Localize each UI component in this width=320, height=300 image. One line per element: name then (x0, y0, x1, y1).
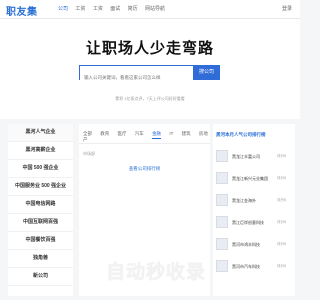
watermark-text: 自动秒收录 (106, 262, 207, 283)
tab-auto[interactable]: 汽车 (135, 131, 144, 136)
hero-title: 让职场人少走弯路 (85, 40, 214, 57)
industry-tabs: 全部 教育 医疗 汽车 金融 IT 建筑 房地产 (83, 131, 210, 143)
hero-section: 让职场人少走弯路 搜公司 累积 1亿条点评，7天上评公司好好看看 (0, 19, 300, 119)
search-box (79, 65, 194, 84)
company-name: 黑龙江丰富公司 (232, 154, 260, 159)
nav-link-company[interactable]: 公司 (58, 6, 68, 12)
tab-medical[interactable]: 医疗 (118, 131, 127, 136)
ranking-item[interactable]: 黑江巨岸创意科技 评分5 (216, 216, 292, 230)
ranking-panel: 黑河本月人气公司排行榜 黑龙江丰富公司 评分5 黑龙江新兴元业集团 评分5 黑龙… (213, 124, 295, 296)
rating-badge: 评分5 (277, 264, 286, 268)
login-link[interactable]: 登录 (282, 5, 292, 12)
ranking-item[interactable]: 黑龙江新兴元业集团 评分5 (216, 172, 292, 186)
tab-education[interactable]: 教育 (100, 131, 109, 136)
company-logo-icon (216, 172, 228, 184)
company-name: 黑河市鸿丰科技 (232, 242, 260, 247)
nav-link-salary-2[interactable]: 工资 (93, 6, 103, 12)
nav-link-salary[interactable]: 工资 (75, 6, 85, 12)
company-logo-icon (216, 238, 228, 250)
divider (79, 143, 210, 144)
company-name: 黑龙江金海外 (232, 198, 256, 203)
tab-all[interactable]: 全部 (83, 131, 92, 136)
rating-badge: 评分5 (277, 198, 286, 202)
left-menu-item[interactable]: 中国电信网路 (8, 196, 73, 214)
top-navigation: 职友集 公司 工资 工资 面试 简历 网站导航 登录 (0, 0, 300, 19)
left-menu-item[interactable]: 黑河高薪企业 (8, 142, 73, 160)
view-ranking-link[interactable]: 查看公司排行榜 (79, 166, 210, 172)
nav-link-resume[interactable]: 简历 (128, 6, 138, 12)
ranking-item[interactable]: 黑河市鸿丰科技 评分5 (216, 238, 292, 252)
left-menu-item[interactable]: 中国服务业 500 强企业 (8, 178, 73, 196)
rating-badge: 评分5 (277, 176, 286, 180)
tab-it[interactable]: IT (169, 131, 173, 136)
nav-links: 公司 工资 工资 面试 简历 网站导航 (58, 5, 171, 12)
search-input[interactable] (80, 71, 193, 84)
tab-finance[interactable]: 金融 (152, 131, 162, 139)
company-logo-icon (216, 194, 228, 206)
hero-note: 累积 1亿条点评，7天上评公司好好看看 (115, 96, 185, 101)
left-menu-item[interactable]: 中国互联网百强 (8, 214, 73, 232)
left-menu-item[interactable]: 独角兽 (8, 250, 73, 268)
ranking-title: 黑河本月人气公司排行榜 (216, 132, 266, 137)
nav-link-site-guide[interactable]: 网站导航 (145, 6, 165, 12)
company-name: 黑江巨岸创意科技 (232, 220, 264, 225)
left-menu-item[interactable]: 中国 500 强企业 (8, 160, 73, 178)
company-name: 黑河市汽车科技 (232, 264, 260, 269)
rating-badge: 评分5 (277, 242, 286, 246)
empty-state-text: 市场部 (83, 151, 95, 156)
left-menu-item[interactable]: 黑河人气企业 (8, 124, 73, 142)
search-button[interactable]: 搜公司 (193, 65, 220, 80)
ranking-item[interactable]: 黑河市汽车科技 评分5 (216, 260, 292, 274)
ranking-item[interactable]: 黑龙江金海外 评分5 (216, 194, 292, 208)
left-category-menu: 黑河人气企业 黑河高薪企业 中国 500 强企业 中国服务业 500 强企业 中… (8, 124, 73, 296)
ranking-item[interactable]: 黑龙江丰富公司 评分5 (216, 150, 292, 164)
left-menu-item[interactable]: 中国餐饮百强 (8, 232, 73, 250)
tab-construction[interactable]: 建筑 (182, 131, 191, 136)
company-name: 黑龙江新兴元业集团 (232, 176, 268, 181)
company-logo-icon (216, 216, 228, 228)
site-logo[interactable]: 职友集 (6, 3, 38, 18)
left-menu-item[interactable]: 新公司 (8, 268, 73, 286)
rating-badge: 评分5 (277, 220, 286, 224)
rating-badge: 评分5 (277, 154, 286, 158)
company-logo-icon (216, 260, 228, 272)
company-logo-icon (216, 150, 228, 162)
nav-link-interview[interactable]: 面试 (110, 6, 120, 12)
